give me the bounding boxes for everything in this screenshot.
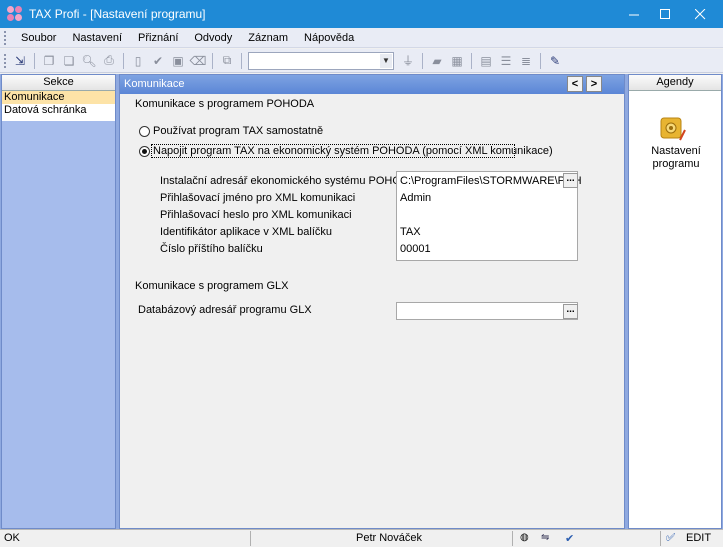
network-icon: ◍ (520, 532, 529, 543)
new-record-icon[interactable]: ▯ (129, 52, 147, 70)
password-label: Přihlašovací heslo pro XML komunikaci (160, 209, 352, 221)
menu-priznani[interactable]: Přiznání (130, 32, 186, 44)
menu-napoveda[interactable]: Nápověda (296, 32, 362, 44)
chevron-down-icon[interactable]: ▼ (380, 53, 392, 68)
calendar-icon[interactable]: ▦ (448, 52, 466, 70)
agendas-header: Agendy (629, 75, 721, 91)
glx-dir-label: Databázový adresář programu GLX (138, 304, 312, 316)
sync-icon: ⇋ (541, 532, 550, 543)
radio-standalone-label[interactable]: Používat program TAX samostatně (153, 125, 323, 137)
packet-number-input[interactable]: 00001 (400, 243, 431, 255)
sections-header: Sekce (2, 75, 115, 91)
radio-connect-pohoda[interactable] (139, 146, 150, 157)
folder-icon[interactable]: ▰ (428, 52, 446, 70)
menu-odvody[interactable]: Odvody (186, 32, 240, 44)
agendas-panel: Agendy Nastavení programu (628, 74, 722, 529)
title-bar: TAX Profi - [Nastavení programu] (0, 0, 723, 28)
pohoda-section-title: Komunikace s programem POHODA (135, 98, 315, 110)
install-dir-browse-button[interactable]: ... (563, 173, 578, 188)
settings-header: Komunikace < > (120, 75, 624, 94)
toolbar-separator (123, 52, 124, 69)
help-icon[interactable]: ✎ (546, 52, 564, 70)
app-icon (7, 6, 23, 22)
close-icon (694, 8, 705, 19)
install-dir-label: Instalační adresář ekonomického systému … (160, 175, 417, 187)
toolbar-separator (540, 52, 541, 69)
chevron-left-icon: < (571, 78, 579, 90)
login-input[interactable]: Admin (400, 192, 431, 204)
print-icon[interactable]: ⎙ (100, 52, 118, 70)
toolbar-separator (241, 52, 242, 69)
menu-soubor[interactable]: Soubor (13, 32, 64, 44)
login-label: Přihlašovací jméno pro XML komunikaci (160, 192, 356, 204)
glx-dir-browse-button[interactable]: ... (563, 304, 578, 319)
chevron-right-icon: > (590, 78, 598, 90)
note-icon[interactable]: ▤ (477, 52, 495, 70)
clipboard-icon[interactable]: ⧉ (218, 52, 236, 70)
menu-grip (4, 30, 7, 45)
section-item-datova-schranka[interactable]: Datová schránka (2, 104, 115, 117)
maximize-icon (659, 8, 670, 19)
toolbar-separator (34, 52, 35, 69)
delete-icon[interactable]: ⌫ (189, 52, 207, 70)
status-bar: OK Petr Nováček ◍ ⇋ ✔ ✅︎ EDIT (0, 529, 723, 547)
confirm-icon[interactable]: ✔ (149, 52, 167, 70)
radio-standalone[interactable] (139, 126, 150, 137)
toolbar-grip (4, 53, 7, 68)
install-dir-input[interactable]: C:\ProgramFiles\STORMWARE\POH (400, 175, 582, 187)
toolbar-separator (422, 52, 423, 69)
window-title: TAX Profi - [Nastavení programu] (29, 7, 206, 21)
section-item-komunikace[interactable]: Komunikace (2, 91, 115, 104)
settings-panel: Komunikace < > Komunikace s programem PO… (119, 74, 625, 529)
status-separator (250, 531, 251, 546)
menu-nastaveni[interactable]: Nastavení (64, 32, 130, 44)
copy-all-icon[interactable]: ❏ (60, 52, 78, 70)
filter-icon[interactable]: ⏚ (399, 52, 417, 70)
main-area: Sekce Komunikace Datová schránka Komunik… (0, 74, 723, 529)
status-mode: EDIT (686, 532, 712, 544)
close-button[interactable] (677, 0, 723, 28)
settings-gear-icon[interactable] (660, 116, 686, 142)
prev-button[interactable]: < (567, 76, 583, 92)
menu-bar: Soubor Nastavení Přiznání Odvody Záznam … (0, 28, 723, 48)
sections-panel: Sekce Komunikace Datová schránka (1, 74, 116, 529)
exit-icon[interactable]: ⇲ (11, 52, 29, 70)
status-separator (660, 531, 661, 546)
table-icon[interactable]: ≣ (517, 52, 535, 70)
menu-zaznam[interactable]: Záznam (240, 32, 296, 44)
toolbar-separator (471, 52, 472, 69)
packet-number-label: Číslo příštího balíčku (160, 243, 263, 255)
appid-label: Identifikátor aplikace v XML balíčku (160, 226, 333, 238)
status-separator (512, 531, 513, 546)
status-user: Petr Nováček (356, 532, 423, 544)
next-button[interactable]: > (586, 76, 602, 92)
toolbar: ⇲ ❐ ❏ 🔍︎ ⎙ ▯ ✔ ▣ ⌫ ⧉ ▼ ⏚ ▰ ▦ ▤ ☰ ≣ ✎ (0, 49, 723, 73)
password-input[interactable] (400, 209, 570, 222)
save-icon[interactable]: ▣ (169, 52, 187, 70)
glx-section-title: Komunikace s programem GLX (135, 280, 289, 292)
appid-input[interactable]: TAX (400, 226, 421, 238)
xml-fields-box: C:\ProgramFiles\STORMWARE\POH ... Admin … (396, 171, 582, 261)
agenda-item-nastaveni-programu[interactable]: Nastavení programu (629, 145, 723, 171)
minimize-icon (628, 14, 639, 15)
filter-combobox[interactable]: ▼ (248, 51, 394, 70)
preview-icon[interactable]: 🔍︎ (80, 52, 98, 70)
check-icon: ✔ (565, 533, 575, 545)
copy-icon[interactable]: ❐ (40, 52, 58, 70)
status-text: OK (4, 532, 20, 544)
settings-header-title: Komunikace (124, 78, 185, 90)
ok-circle-icon: ✅︎ (666, 532, 676, 544)
agendas-list: Nastavení programu (629, 92, 721, 528)
list-icon[interactable]: ☰ (497, 52, 515, 70)
radio-connect-pohoda-label[interactable]: Napojit program TAX na ekonomický systém… (153, 145, 553, 157)
sections-empty-area (2, 121, 115, 528)
glx-dir-input[interactable]: ... (396, 302, 578, 320)
toolbar-separator (212, 52, 213, 69)
